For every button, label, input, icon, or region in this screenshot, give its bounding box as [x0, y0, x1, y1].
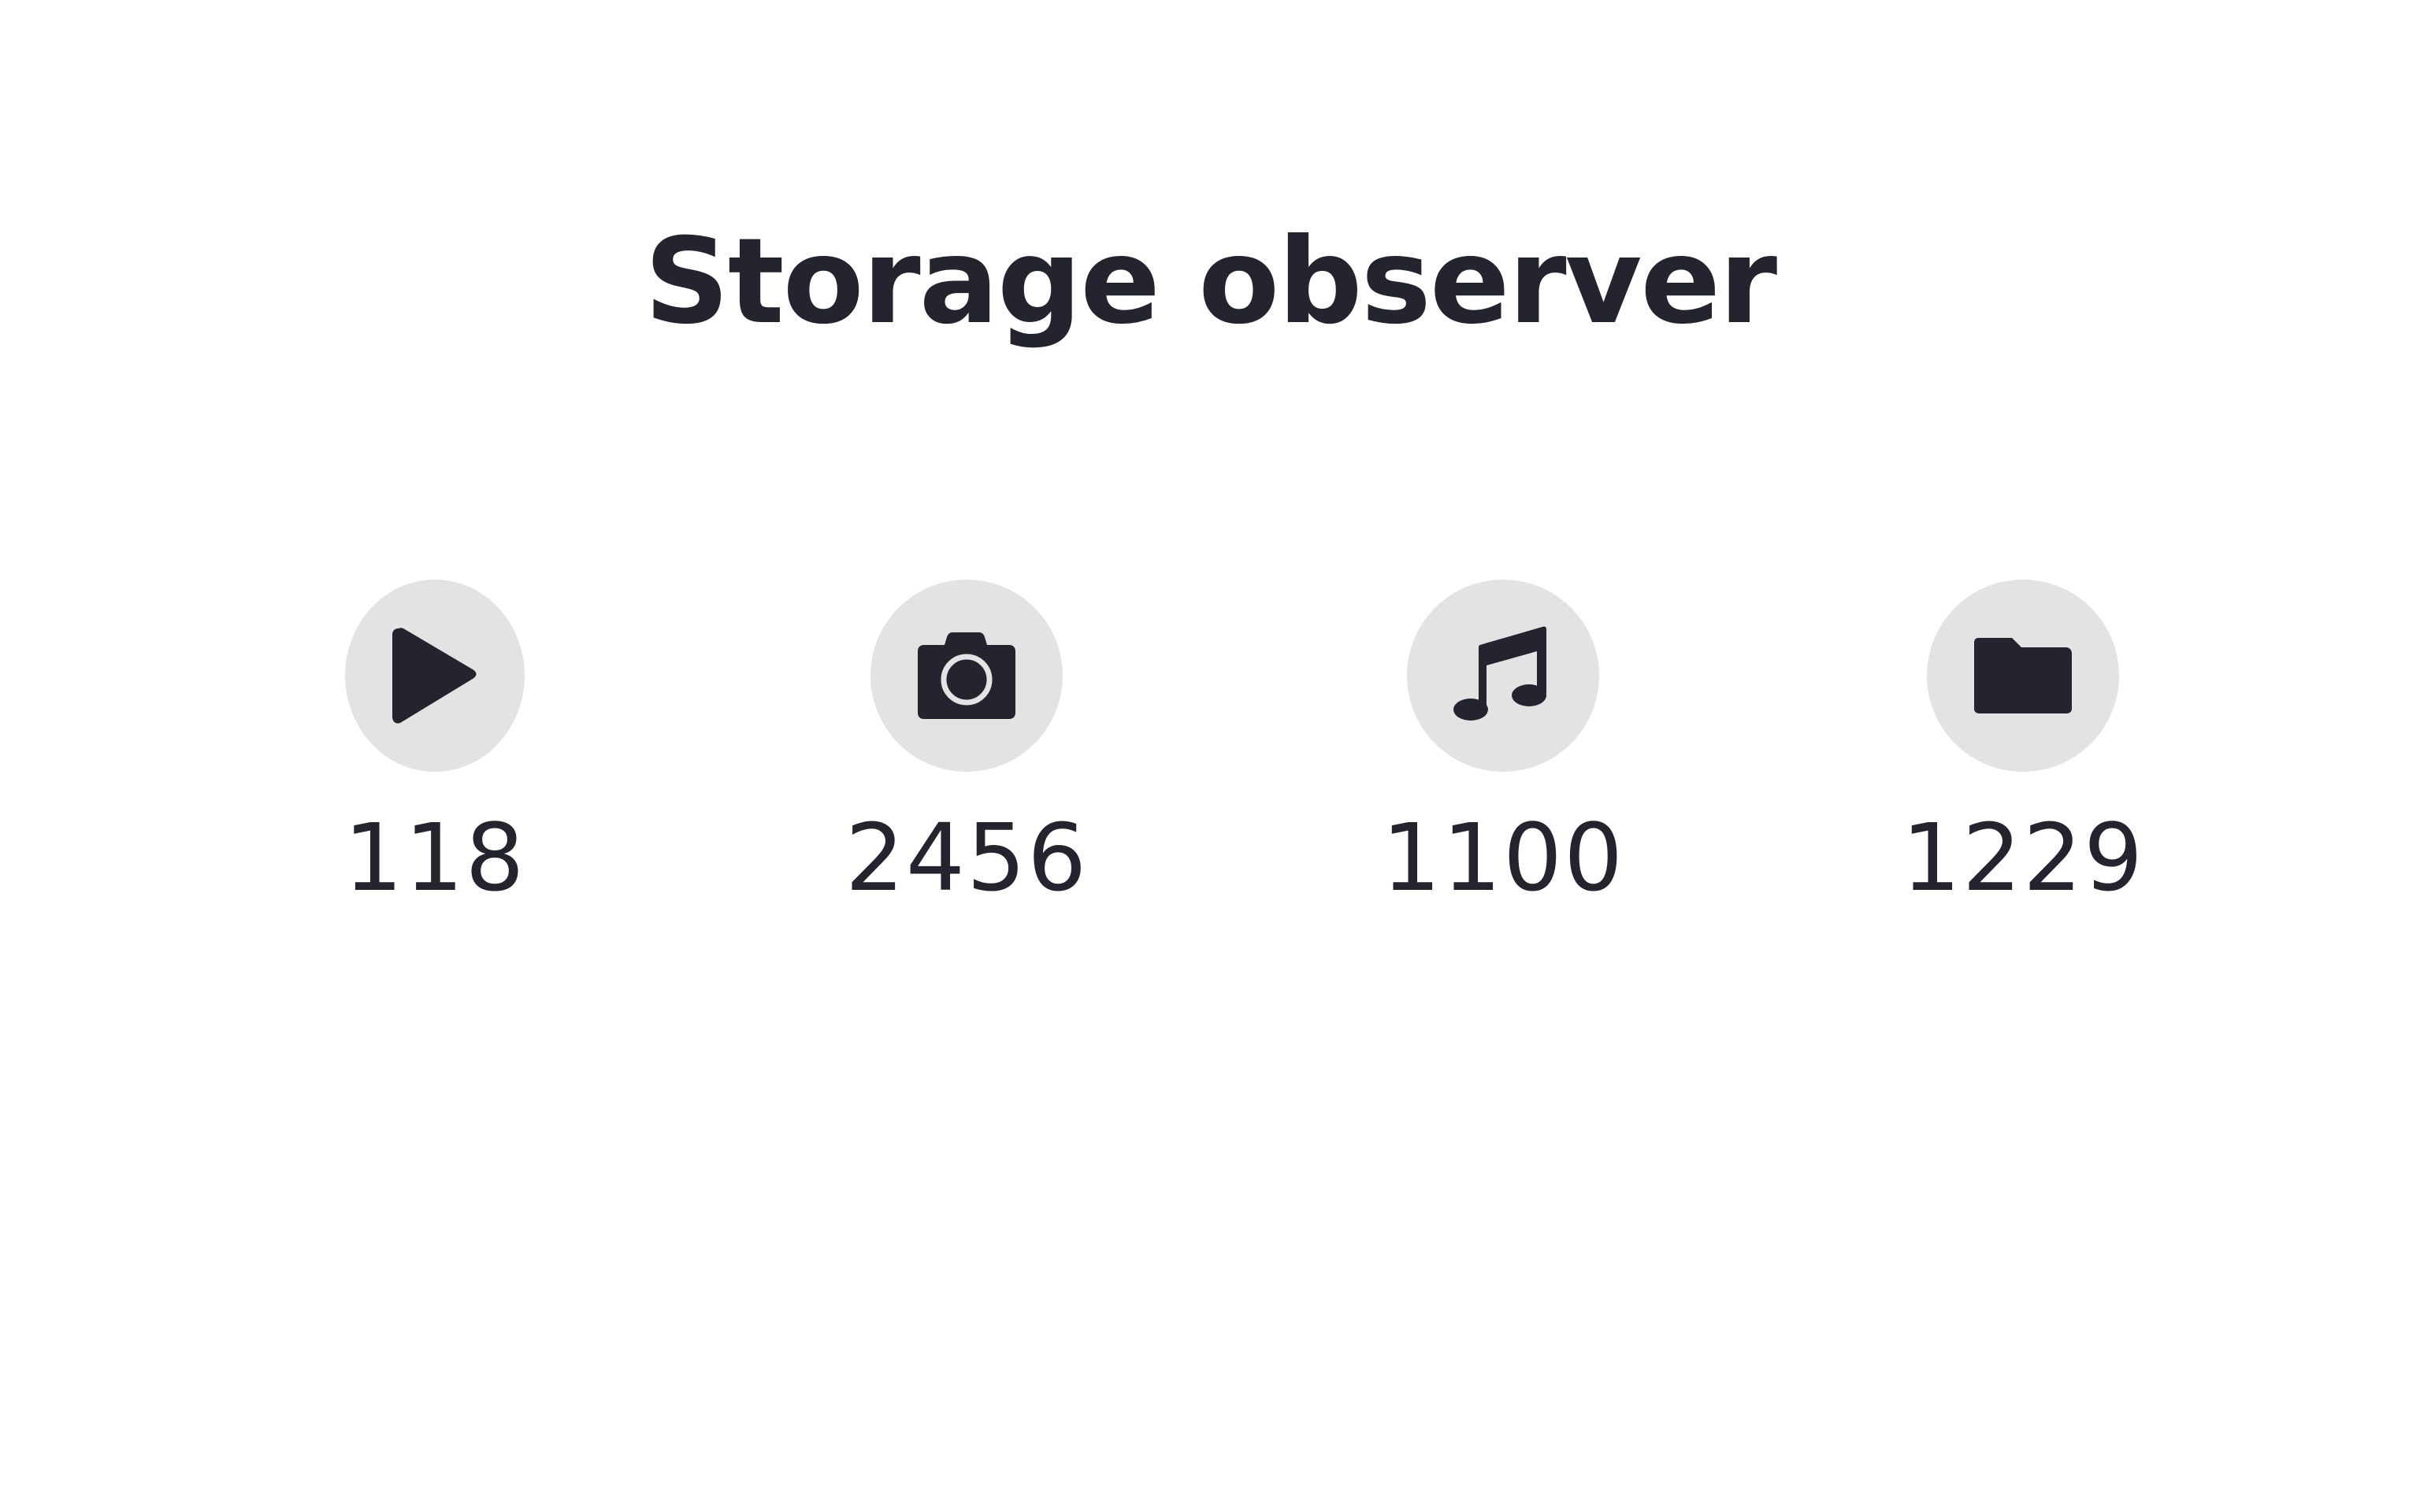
folder-icon — [1974, 638, 2072, 713]
photos-count: 2456 — [844, 803, 1089, 912]
camera-icon — [918, 632, 1015, 719]
stat-files: 1229 — [1881, 580, 2165, 909]
videos-count: 118 — [343, 803, 526, 912]
music-note-icon — [1452, 626, 1554, 725]
photos-button[interactable] — [870, 580, 1063, 772]
music-count: 1100 — [1381, 803, 1625, 912]
stat-videos: 118 — [293, 580, 577, 909]
play-icon — [391, 625, 479, 726]
stat-photos: 2456 — [825, 580, 1108, 909]
files-button[interactable] — [1927, 580, 2119, 772]
stat-music: 1100 — [1361, 580, 1645, 909]
videos-button[interactable] — [345, 580, 525, 772]
page-title: Storage observer — [644, 213, 1777, 350]
music-button[interactable] — [1407, 580, 1599, 772]
files-count: 1229 — [1901, 803, 2145, 912]
